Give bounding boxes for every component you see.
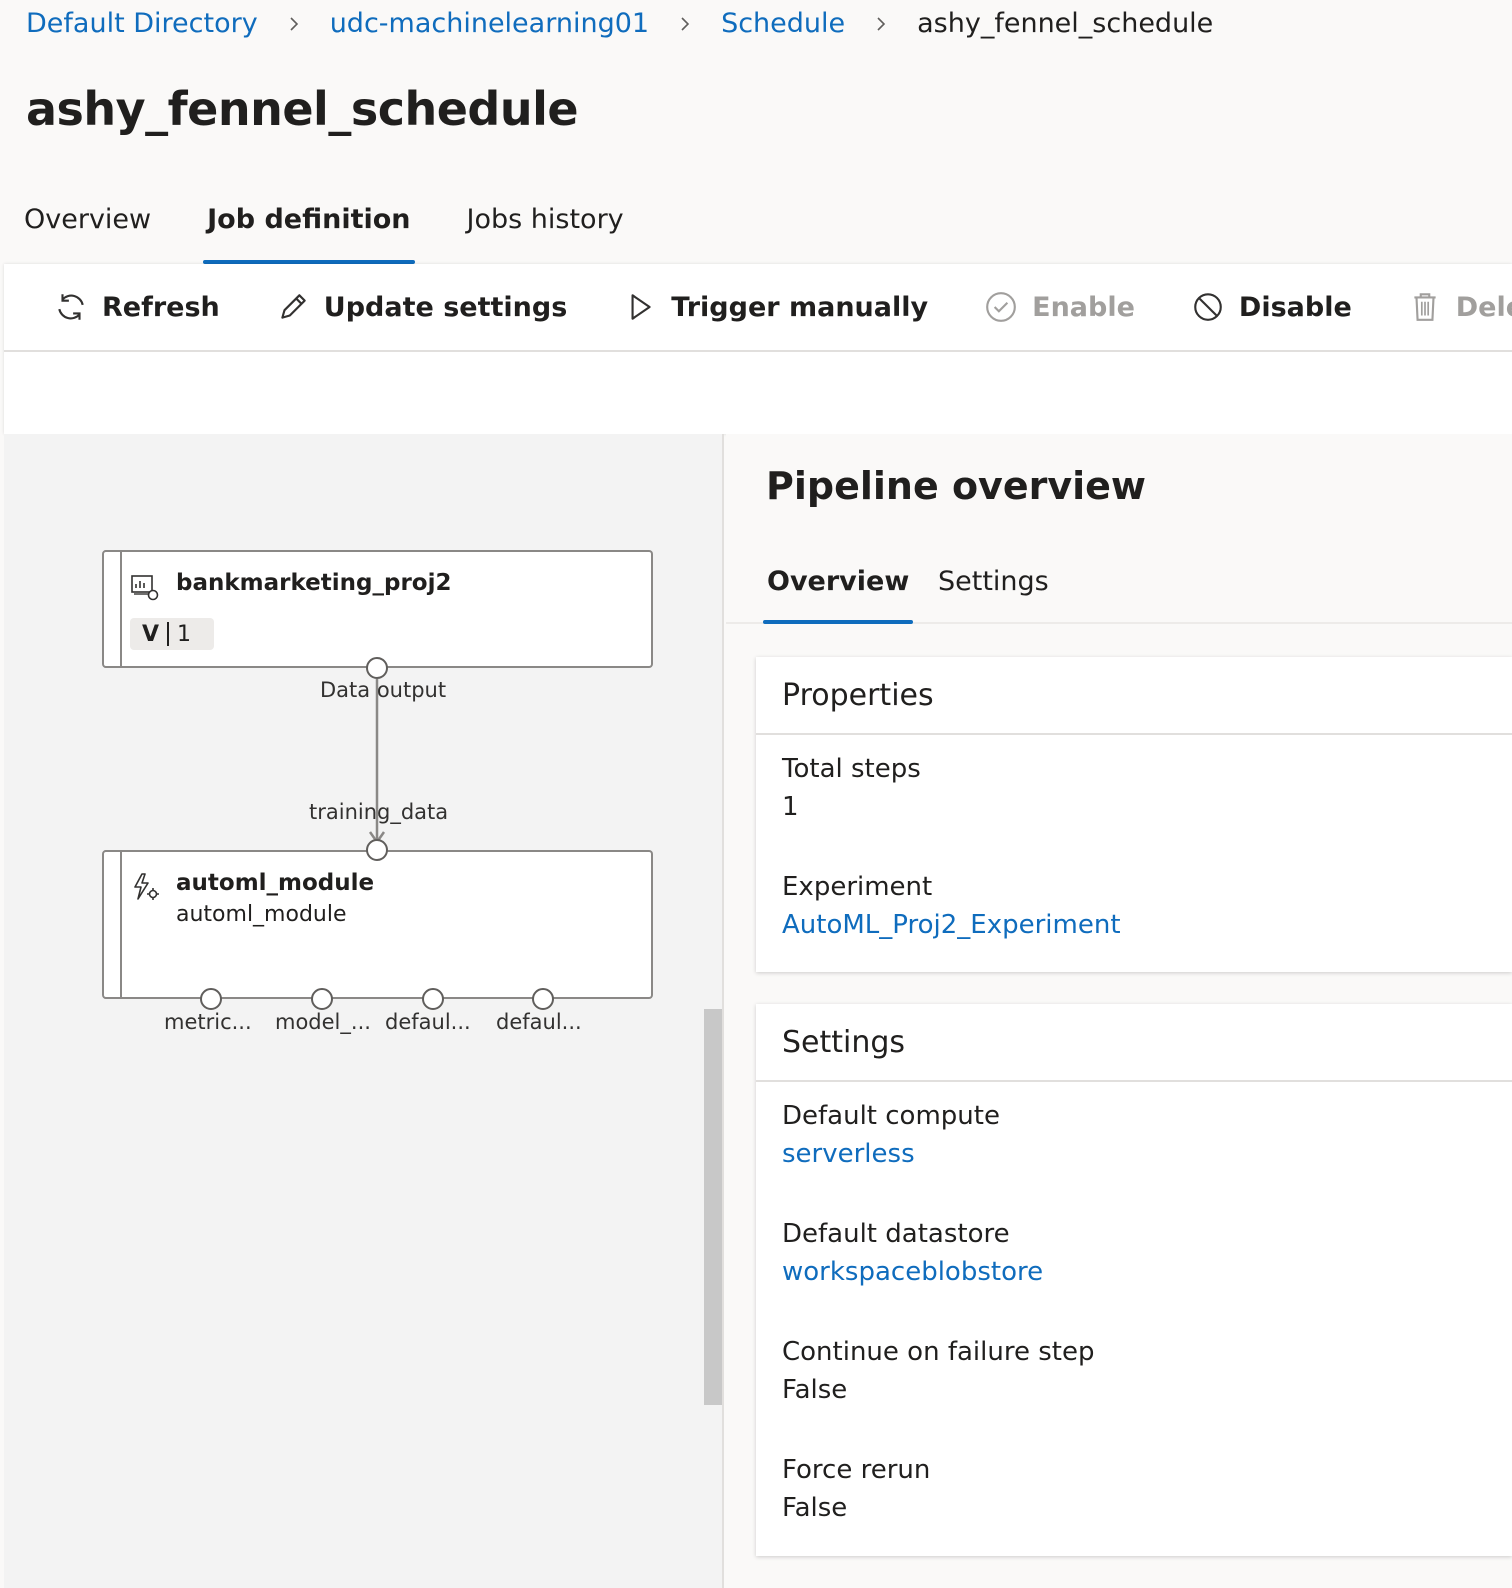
page-title: ashy_fennel_schedule (26, 82, 579, 136)
delete-button[interactable]: Delete (1408, 290, 1512, 324)
tab-panel-settings[interactable]: Settings (938, 562, 1049, 624)
tab-overview[interactable]: Overview (24, 196, 151, 264)
output-port[interactable] (366, 657, 388, 679)
tab-job-definition[interactable]: Job definition (203, 196, 415, 264)
default-datastore-link[interactable]: workspaceblobstore (782, 1252, 1043, 1292)
prop-label: Default compute (782, 1101, 1000, 1131)
setting-default-datastore: Default datastore workspaceblobstore (782, 1216, 1043, 1292)
setting-default-compute: Default compute serverless (782, 1098, 1000, 1174)
output-port-label: model_... (275, 1010, 371, 1034)
refresh-icon (58, 294, 84, 320)
trigger-manually-label: Trigger manually (671, 291, 929, 323)
output-port-label: defaul... (385, 1010, 471, 1034)
version-divider (167, 622, 170, 646)
trash-icon (1414, 293, 1436, 321)
canvas-scrollbar[interactable] (704, 1009, 722, 1405)
setting-force-rerun: Force rerun False (782, 1452, 930, 1528)
property-total-steps: Total steps 1 (782, 751, 921, 827)
input-port-label: training_data (309, 800, 449, 824)
pipeline-canvas[interactable]: bankmarketing_proj2 V 1 Data output trai… (4, 434, 724, 1588)
enable-button[interactable]: Enable (984, 290, 1135, 324)
prop-label: Default datastore (782, 1219, 1010, 1249)
input-port[interactable] (366, 839, 388, 861)
breadcrumb-schedule[interactable]: Schedule (721, 8, 845, 39)
automl-icon (134, 873, 159, 900)
prohibited-icon (1194, 293, 1222, 321)
prop-value: 1 (782, 792, 799, 822)
panel-title: Pipeline overview (766, 464, 1147, 508)
prop-label: Force rerun (782, 1455, 931, 1485)
toolbar-panel: Refresh Update settings Trigger manually… (4, 264, 1512, 434)
prop-value: False (782, 1375, 848, 1405)
properties-card: Properties Total steps 1 Experiment Auto… (756, 657, 1512, 972)
pipeline-node-dataset[interactable]: bankmarketing_proj2 V 1 (102, 550, 653, 668)
prop-value: False (782, 1493, 848, 1523)
tab-panel-overview[interactable]: Overview (762, 562, 914, 624)
pipeline-overview-panel: Pipeline overview Overview Settings Prop… (726, 434, 1512, 1588)
breadcrumb-workspace[interactable]: udc-machinelearning01 (330, 8, 649, 39)
chevron-right-icon (845, 8, 917, 39)
output-port-label: metric... (164, 1010, 252, 1034)
settings-card: Settings Default compute serverless Defa… (756, 1004, 1512, 1556)
disable-label: Disable (1238, 291, 1352, 323)
pipeline-node-automl[interactable]: automl_module automl_module (102, 850, 653, 999)
refresh-button[interactable]: Refresh (54, 290, 220, 324)
node-title: automl_module (176, 870, 375, 896)
breadcrumb-current: ashy_fennel_schedule (917, 7, 1214, 39)
experiment-link[interactable]: AutoML_Proj2_Experiment (782, 905, 1121, 945)
update-settings-label: Update settings (323, 291, 568, 323)
property-experiment: Experiment AutoML_Proj2_Experiment (782, 869, 1121, 945)
chevron-right-icon (649, 8, 721, 39)
refresh-label: Refresh (102, 291, 220, 323)
breadcrumb-default-directory[interactable]: Default Directory (26, 8, 258, 39)
pencil-icon (281, 294, 306, 319)
prop-label: Experiment (782, 872, 933, 902)
output-port-metrics[interactable] (200, 988, 222, 1010)
panel-tabs: Overview Settings (726, 552, 1512, 624)
output-port-model[interactable] (311, 988, 333, 1010)
delete-label: Delete (1455, 291, 1512, 323)
output-port-default-2[interactable] (532, 988, 554, 1010)
trigger-manually-button[interactable]: Trigger manually (623, 290, 928, 324)
node-subtitle: automl_module (176, 902, 347, 927)
disable-button[interactable]: Disable (1191, 290, 1352, 324)
default-compute-link[interactable]: serverless (782, 1134, 1000, 1174)
version-number: 1 (177, 621, 192, 647)
update-settings-button[interactable]: Update settings (276, 290, 568, 324)
page-tabs: Overview Job definition Jobs history (24, 196, 680, 264)
version-badge: V 1 (130, 618, 214, 650)
checkmark-circle-icon (986, 292, 1016, 322)
node-title: bankmarketing_proj2 (176, 570, 452, 596)
play-icon (631, 294, 651, 320)
enable-label: Enable (1032, 291, 1135, 323)
toolbar: Refresh Update settings Trigger manually… (4, 264, 1512, 352)
setting-continue-on-failure: Continue on failure step False (782, 1334, 1094, 1410)
card-header: Settings (756, 1004, 1512, 1082)
prop-label: Continue on failure step (782, 1337, 1095, 1367)
output-port-label: defaul... (496, 1010, 582, 1034)
chevron-right-icon (258, 8, 330, 39)
breadcrumb: Default Directory udc-machinelearning01 … (26, 4, 1213, 42)
version-label: V (142, 621, 160, 647)
dataset-icon (131, 575, 159, 601)
output-port-default-1[interactable] (422, 988, 444, 1010)
output-port-label: Data output (320, 678, 447, 702)
prop-label: Total steps (782, 754, 921, 784)
card-header: Properties (756, 657, 1512, 735)
tab-jobs-history[interactable]: Jobs history (467, 196, 624, 264)
